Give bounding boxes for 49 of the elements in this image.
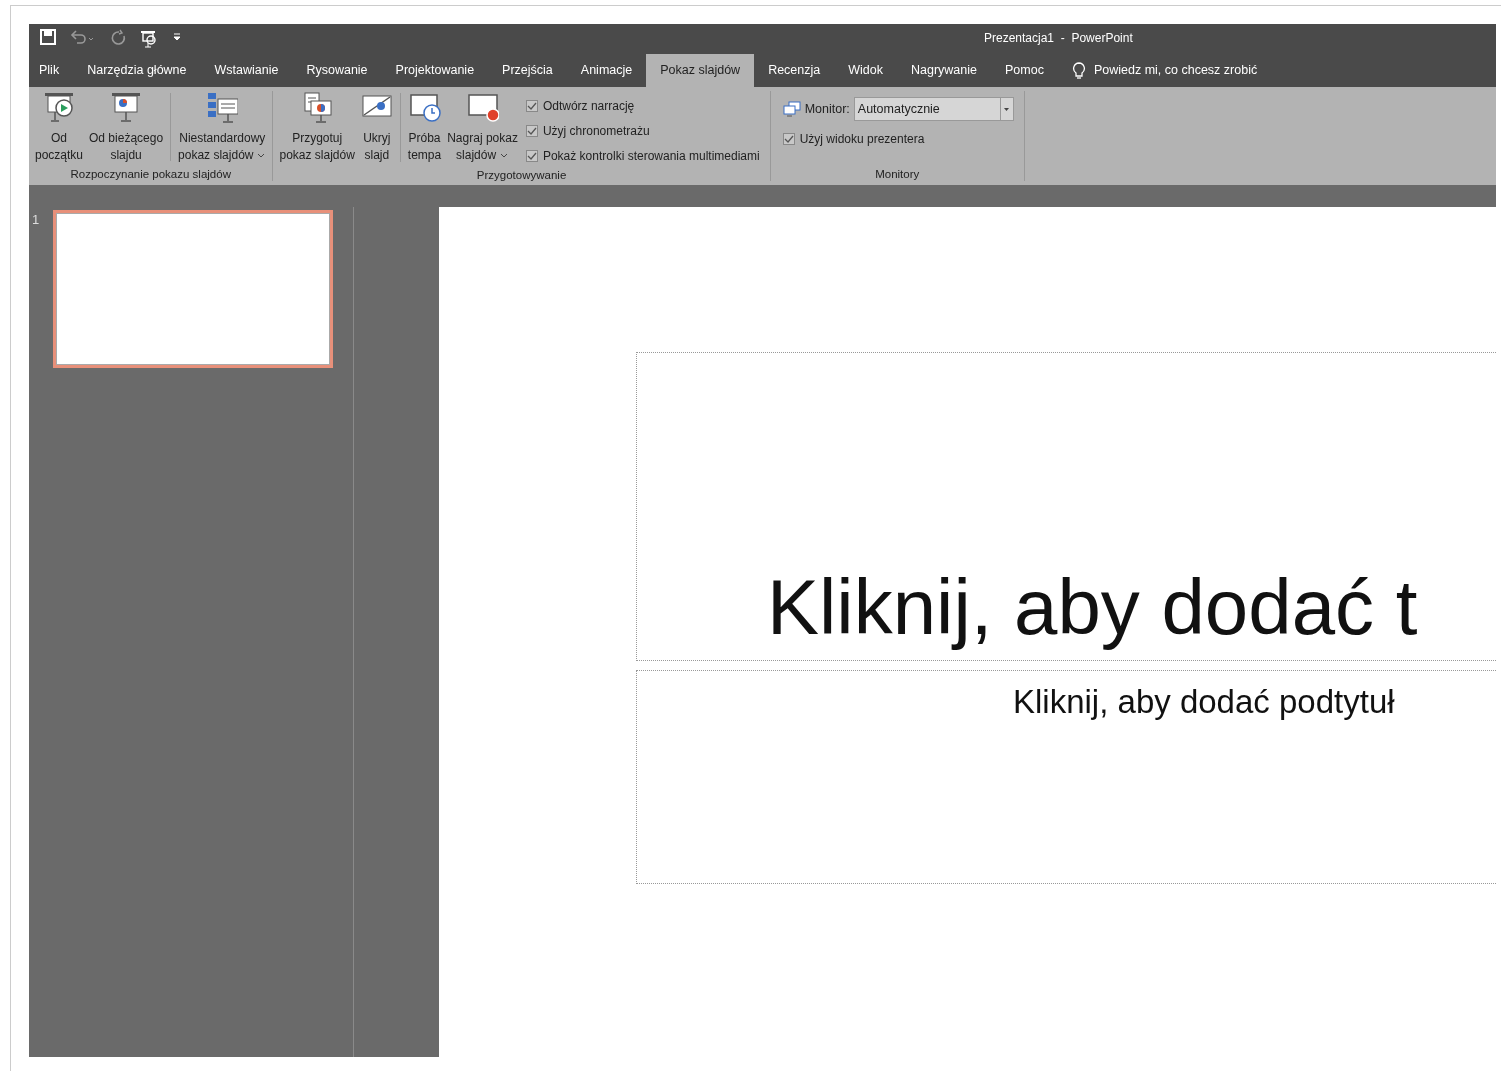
lightbulb-icon [1071,61,1086,80]
ribbon-tab[interactable]: Projektowanie [381,54,489,87]
stopwatch-slide-icon [408,91,441,123]
ribbon-tab[interactable]: Recenzja [754,54,835,87]
play-from-start-icon [43,91,75,123]
ribbon-tab[interactable]: Widok [834,54,897,87]
subtitle-placeholder[interactable]: Kliknij, aby dodać podtytuł [636,670,1496,884]
record-slide-icon [466,91,499,123]
custom-show-icon [206,91,239,123]
ribbon-button[interactable]: Próba tempa [405,91,444,168]
monitors-icon [782,101,801,117]
save-icon[interactable] [39,28,57,48]
checkbox-label: Pokaż kontrolki sterowania multimediami [542,147,760,165]
ribbon-tab[interactable]: Nagrywanie [897,54,991,87]
group-label: Rozpoczynanie pokazu slajdów [69,167,232,181]
slide-number: 1 [31,211,41,229]
checkbox[interactable] [782,132,795,145]
slideshow-start-icon[interactable] [139,28,159,48]
ribbon-button[interactable]: Nagraj pokaz slajdów [445,91,520,168]
ribbon-tab[interactable]: Pomoc [991,54,1058,87]
title-placeholder[interactable]: Kliknij, aby dodać t [636,352,1496,661]
group-label: Monitory [874,167,921,181]
window-title: Prezentacja1 - PowerPoint [984,30,1133,47]
checkbox[interactable] [525,124,538,137]
monitor-label: Monitor: [804,100,850,118]
tell-me-field[interactable]: Powiedz mi, co chcesz zrobić [1093,61,1258,80]
ribbon-button[interactable]: Od początku [33,91,86,167]
checkbox[interactable] [525,149,538,162]
slide-subtitle: Kliknij, aby dodać podtytuł [1013,683,1395,720]
group-label: Przygotowywanie [475,168,568,182]
ribbon-tab[interactable]: Pokaz slajdów [646,54,755,87]
ribbon-tab[interactable]: Rysowanie [292,54,382,87]
ribbon-tab[interactable]: Plik [29,54,74,87]
setup-show-icon [301,91,334,123]
ribbon-tab[interactable]: Narzędzia główne [73,54,201,87]
ribbon-button[interactable]: Od bieżącego slajdu [87,91,166,167]
ribbon-tab[interactable]: Animacje [566,54,647,87]
checkbox-label: Użyj widoku prezentera [799,130,925,148]
presentation-screen-icon [110,91,143,123]
ribbon-tab[interactable]: Wstawianie [200,54,293,87]
ribbon-tab[interactable]: Przejścia [488,54,567,87]
checkbox[interactable] [525,99,538,112]
monitor-dropdown[interactable]: Automatycznie [853,97,1014,121]
checkbox-label: Odtwórz narrację [542,97,635,115]
ribbon-button[interactable]: Przygotuj pokaz slajdów [277,91,357,168]
ribbon-button[interactable]: Niestandardowy pokaz slajdów [176,91,269,167]
ribbon-button[interactable]: Ukryj slajd [358,91,395,168]
checkbox-label: Użyj chronometrażu [542,122,650,140]
slide-thumbnail[interactable] [53,210,333,368]
